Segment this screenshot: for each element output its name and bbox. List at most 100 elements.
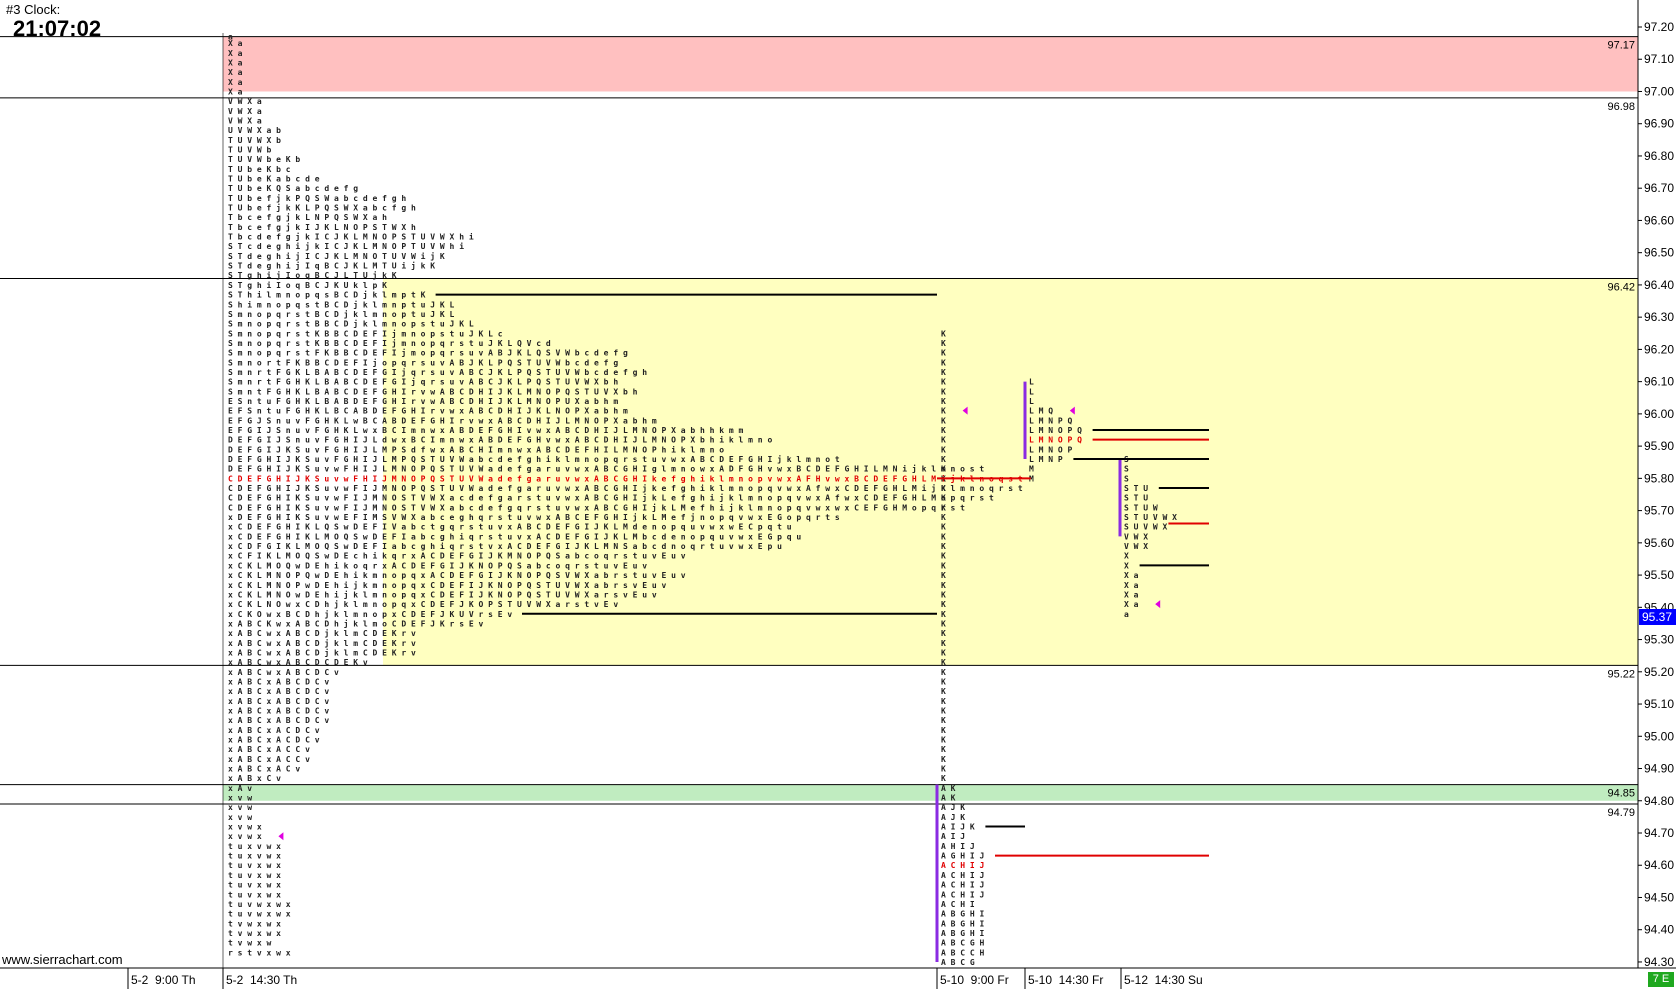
tpo-row: x C D E F G H I K L Q S w D E F I V a b … — [228, 523, 792, 532]
tpo-row: t u v x w x — [228, 861, 281, 870]
tpo-row: X a — [228, 58, 243, 67]
tpo-row: x A v — [228, 784, 252, 793]
tpo-row: A B G H I — [941, 919, 985, 928]
tpo-row: x v w x — [228, 823, 262, 832]
tpo-row: K — [941, 465, 946, 474]
tpo-row: S m n o p q r s t B B C D j k l m n o p … — [228, 319, 474, 329]
tpo-row: S T c d e g h i j k I C J K L M N O P T … — [228, 241, 464, 251]
tpo-row: K — [941, 561, 946, 570]
price-tick-label: 94.80 — [1644, 794, 1674, 808]
tpo-row: T U b e f j k K L P Q S W X a b c f g h — [228, 203, 416, 213]
tpo-row: K — [941, 494, 946, 503]
price-tick-label: 96.70 — [1644, 181, 1674, 195]
tpo-row: E F G J S n u v F G H K L w B C A B D E … — [228, 416, 657, 425]
time-tick-label: 5-2 9:00 Th — [131, 973, 196, 987]
tpo-row: S — [1124, 474, 1129, 483]
tpo-row: X a — [1124, 600, 1139, 609]
tpo-row: K — [941, 571, 946, 580]
tpo-row: A J K — [941, 803, 965, 812]
tpo-row: t u v x w x — [228, 890, 281, 899]
tpo-row: A K — [941, 794, 956, 803]
tpo-row: S T d e g h i j I C J K L M N O T U V W … — [228, 251, 445, 261]
price-tick-label: 94.50 — [1644, 890, 1674, 904]
price-tick-label: 95.10 — [1644, 697, 1674, 711]
tpo-row: T U V W X b — [228, 136, 281, 145]
tpo-row: S — [1124, 465, 1129, 474]
tpo-row: x C K L N O w x C D h j k l m n o p q x … — [228, 599, 618, 609]
tpo-row: X — [1124, 552, 1129, 561]
tpo-chart[interactable]: 97.1796.9896.4295.2294.8594.79aX aX aX a… — [0, 0, 1676, 989]
tpo-row: X a — [1124, 571, 1139, 580]
tpo-row: S m n o p q r s t B C D j k l m n o p t … — [228, 309, 455, 319]
tpo-row: T U V W b — [228, 146, 272, 155]
tpo-row: K — [941, 552, 946, 561]
tpo-row: K — [941, 387, 946, 396]
tpo-row: t v w x w x — [228, 929, 281, 938]
tpo-row: X a — [228, 49, 243, 58]
tpo-row: x A B C x A C D C v — [228, 726, 320, 735]
tpo-row: K — [941, 378, 946, 387]
tpo-row: D E F G I J S n u v F G H I J L d w x B … — [228, 435, 772, 445]
tpo-row: x A B C K w x A B C D h j k l m o C D E … — [228, 618, 483, 628]
tpo-row: K — [941, 706, 946, 715]
tpo-row: C D E F G H I J K S u v w F I J M N O P … — [228, 483, 1023, 493]
price-tick-label: 97.00 — [1644, 84, 1674, 98]
time-tick-label: 5-2 14:30 Th — [226, 973, 297, 987]
status-badge[interactable]: 7 E — [1648, 972, 1674, 987]
price-tick-label: 96.40 — [1644, 278, 1674, 292]
tpo-row: S U V W X — [1124, 523, 1168, 532]
tpo-row: V W X a — [228, 107, 262, 116]
tpo-row: K — [941, 687, 946, 696]
tpo-row: V W X a — [228, 97, 262, 106]
tpo-row: L M Q — [1029, 407, 1053, 416]
watermark: www.sierrachart.com — [2, 952, 123, 967]
level-label: 95.22 — [1607, 668, 1635, 680]
tpo-row: X a — [228, 87, 243, 96]
tpo-row: x D E F G H I K S u v w E F I M S V W X … — [228, 512, 840, 522]
price-tick-label: 95.60 — [1644, 536, 1674, 550]
tpo-row: S m n o r t F K B B C D E F I j o p q r … — [228, 357, 618, 367]
tpo-row: S h i m n o p q s t B C D j k l m n p t … — [228, 299, 455, 309]
tpo-row: K — [941, 503, 946, 512]
tpo-row: x A B C x A B C D C v — [228, 687, 329, 696]
price-tick-label: 96.20 — [1644, 342, 1674, 356]
price-tick-label: 94.90 — [1644, 762, 1674, 776]
tpo-row: T U V W b e K b — [228, 155, 300, 164]
tpo-row: K — [941, 339, 946, 348]
tpo-row: x C F I K L M O Q S w D E c h i k q r x … — [228, 551, 686, 561]
tpo-row: T b c e f g j k I J K L N O P S T W X h — [228, 222, 416, 232]
tpo-row: t u x v w x — [228, 852, 281, 861]
tpo-row: A J K — [941, 813, 965, 822]
tpo-row: K — [941, 358, 946, 367]
tpo-row: T b c e f g j k L N P Q S W X a h — [228, 212, 387, 222]
tpo-row: K — [941, 716, 946, 725]
tpo-row: A B C G — [941, 958, 975, 967]
tpo-row: L M N O P Q — [1029, 436, 1082, 445]
tpo-row: C D E F G H I J K S u v w F H I J M N O … — [228, 473, 1023, 483]
tpo-row: x A B C w x A B C D j k l m C D E K r v — [228, 647, 416, 657]
tpo-row: M — [1029, 465, 1034, 474]
tpo-row: S m n t F G H K L B A B C D E F G H I r … — [228, 387, 638, 396]
tpo-row: K — [941, 581, 946, 590]
tpo-row: K — [941, 523, 946, 532]
tpo-row: x C D F G I K L M O Q S w D E F I a b c … — [228, 541, 782, 551]
tpo-row: K — [941, 726, 946, 735]
tpo-row: L — [1029, 378, 1034, 387]
profile-0: aX aX aX aX aX aX aV W X aV W X aV W X a… — [228, 33, 1023, 958]
tpo-row: x v w — [228, 813, 252, 822]
price-tick-label: 95.70 — [1644, 504, 1674, 518]
tpo-row: K — [941, 658, 946, 667]
clock-time: 21:07:02 — [13, 16, 102, 41]
tpo-row: S T U — [1124, 484, 1148, 493]
tpo-row: t u v w x w x — [228, 900, 291, 909]
tpo-row: E S n t u F G H K L B A B D E F G H I r … — [228, 397, 618, 406]
price-tick-label: 95.20 — [1644, 665, 1674, 679]
tpo-row: K — [941, 774, 946, 783]
tpo-row: x C K O w x B C D h j k l m n o p x C D … — [228, 609, 512, 619]
tpo-row: t v w x w x — [228, 919, 281, 928]
tpo-row: x A B C x A B C D C v — [228, 697, 329, 706]
zone-upper — [223, 36, 1638, 92]
price-tick-label: 96.10 — [1644, 375, 1674, 389]
tpo-row: x v w x — [228, 832, 262, 841]
tpo-row: x A B C w x A B C D C D E K v — [228, 658, 368, 667]
